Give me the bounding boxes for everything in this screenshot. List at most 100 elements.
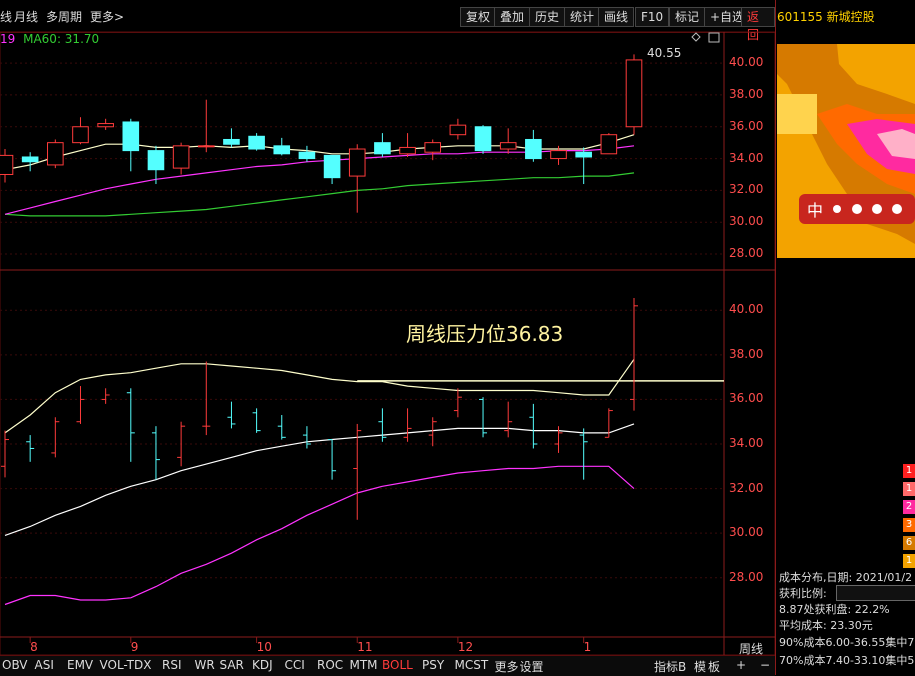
candle-body (0, 154, 14, 175)
boll-mid-line (4, 423, 635, 536)
candle-body (550, 150, 567, 160)
diamond-icon (691, 32, 701, 42)
upper-y-tick-label: 32.00 (729, 182, 764, 197)
candle-body (298, 151, 316, 160)
indicator-lines (4, 134, 724, 606)
candle-body (323, 154, 341, 179)
candle-body (223, 138, 240, 145)
kline-chart[interactable] (0, 0, 775, 655)
stock-name: 新城控股 (826, 10, 875, 24)
candle-body (399, 146, 416, 155)
candle-body (424, 142, 442, 153)
upper-y-tick-label: 30.00 (729, 214, 764, 229)
candle-body (97, 123, 114, 128)
profit-ratio-input[interactable] (836, 585, 915, 601)
cost-swatch: 6 (903, 536, 915, 550)
cost-swatch: 2 (903, 500, 915, 514)
upper-y-tick-label: 28.00 (729, 246, 764, 261)
indicator-tab[interactable]: OBV (2, 658, 28, 672)
x-tick-label: 11 (357, 640, 373, 654)
lower-y-tick-label: 32.00 (729, 480, 764, 495)
indicator-b-button[interactable]: 指标B (654, 658, 686, 675)
lower-y-tick-label: 30.00 (729, 525, 764, 540)
candle-body (575, 151, 592, 158)
indicator-tab[interactable]: 更多 (495, 658, 519, 675)
resistance-annotation: 周线压力位36.83 (406, 322, 564, 346)
cost-70pct: 70%成本7.40-33.10集中5 (779, 654, 915, 667)
candle-body (374, 142, 391, 155)
banner-icon-2 (852, 204, 862, 214)
lower-y-tick-label: 38.00 (729, 346, 764, 361)
banner-icon-4 (892, 204, 902, 214)
template-button[interactable]: 模 (694, 658, 706, 675)
indicator-tab[interactable]: RSI (162, 658, 182, 672)
x-tick-label: 12 (457, 640, 474, 654)
candle-body (449, 124, 467, 136)
cost-distribution-chart: 中 (777, 44, 915, 258)
indicator-tab[interactable]: PSY (422, 658, 444, 672)
candle-body (147, 150, 165, 171)
lower-y-tick-label: 34.00 (729, 436, 764, 450)
upper-y-tick-label: 38.00 (729, 86, 764, 101)
indicator-tab[interactable]: CCI (285, 658, 305, 672)
cost-swatch: 3 (903, 518, 915, 532)
candle-body (499, 142, 517, 150)
lower-y-tick-label: 28.00 (729, 569, 764, 584)
candle-body (122, 121, 140, 152)
stock-title: 601155 新城控股 (777, 8, 875, 25)
lower-y-tick-label: 40.00 (729, 302, 764, 317)
candle-layer (0, 54, 643, 520)
candle-body (172, 145, 190, 169)
indicator-tab[interactable]: SAR (220, 658, 244, 672)
candle-body (474, 126, 492, 152)
candle-body (197, 145, 215, 148)
cost-banner-text: 中 (807, 201, 823, 220)
candle-body (525, 138, 542, 160)
indicator-tab[interactable]: ASI (35, 658, 54, 672)
zoom-out-button[interactable]: − (760, 658, 770, 672)
boll-lower-line (4, 465, 635, 606)
ma-green-line (4, 172, 635, 217)
cost-swatch: 1 (903, 464, 915, 478)
chart-frame (0, 31, 775, 655)
cost-swatch: 1 (903, 482, 915, 496)
x-tick-label: 1 (583, 640, 592, 654)
candle-body (600, 134, 618, 155)
candle-body (625, 59, 643, 128)
distribution-date: 成本分布,日期: 2021/01/2 (779, 571, 913, 584)
boll-upper-line (4, 358, 635, 434)
candle-body (72, 126, 89, 144)
indicator-tab[interactable]: WR (195, 658, 215, 672)
board-button[interactable]: 板 (708, 658, 720, 675)
indicator-tab[interactable]: MTM (350, 658, 378, 672)
indicator-tab[interactable]: MCST (455, 658, 489, 672)
upper-y-tick-label: 40.00 (729, 55, 764, 70)
candle-body (248, 135, 265, 150)
indicator-tab[interactable]: ROC (317, 658, 343, 672)
banner-icon (833, 205, 841, 213)
x-tick-label: 10 (256, 640, 272, 654)
high-price-label: 40.55 (647, 46, 682, 60)
candle-body (21, 156, 39, 163)
indicator-tab[interactable]: KDJ (252, 658, 273, 672)
upper-y-tick-label: 36.00 (729, 118, 764, 133)
candle-body (273, 145, 291, 155)
stock-code: 601155 (777, 10, 823, 24)
chart-grid (0, 31, 775, 655)
lower-y-tick-label: 36.00 (729, 391, 764, 406)
indicator-tab[interactable]: BOLL (382, 658, 413, 672)
candle-body (348, 148, 366, 177)
indicator-tab[interactable]: VOL-TDX (100, 658, 152, 672)
candle-body (47, 142, 64, 166)
upper-y-tick-label: 34.00 (729, 150, 764, 165)
average-cost: 平均成本: 23.30元 (779, 619, 873, 632)
profit-line: 8.87处获利盘: 22.2% (779, 603, 890, 616)
banner-icon-3 (872, 204, 882, 214)
zoom-in-button[interactable]: + (736, 658, 746, 672)
x-tick-label: 8 (30, 640, 38, 654)
x-tick-label: 9 (130, 640, 139, 654)
indicator-tabs: OBV ASI EMV VOL-TDX RSI WR SAR KDJ CCI ROC MTM BOLL… (0, 655, 775, 676)
indicator-tab[interactable]: 设置 (520, 658, 544, 675)
profit-ratio-label: 获利比例: (779, 587, 827, 600)
indicator-tab[interactable]: EMV (67, 658, 93, 672)
